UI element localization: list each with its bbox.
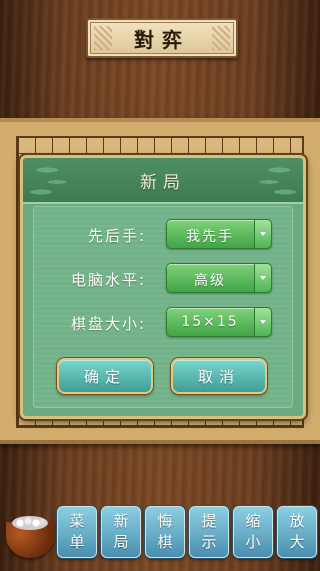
- page-title: 對弈: [134, 27, 190, 52]
- menu-button[interactable]: 菜 单: [57, 506, 97, 558]
- cancel-button[interactable]: 取消: [171, 358, 267, 394]
- dialog-title: 新局: [140, 172, 186, 193]
- menu-label-2: 单: [69, 533, 85, 551]
- zoom-out-button[interactable]: 缩 小: [233, 506, 273, 558]
- first-move-row: 先后手: 我先手: [34, 219, 292, 249]
- title-plaque: 對弈: [86, 18, 238, 58]
- undo-label-1: 悔: [157, 512, 173, 530]
- menu-label-1: 菜: [69, 512, 85, 530]
- bamboo-decoration-icon: [27, 160, 87, 200]
- hint-button[interactable]: 提 示: [189, 506, 229, 558]
- dialog-header: 新局: [23, 158, 303, 204]
- zoom-out-label-2: 小: [245, 533, 261, 551]
- ai-level-select[interactable]: 高级: [166, 263, 272, 293]
- new-game-label-1: 新: [113, 512, 129, 530]
- undo-button[interactable]: 悔 棋: [145, 506, 185, 558]
- zoom-in-label-2: 大: [289, 533, 305, 551]
- zoom-out-label-1: 缩: [245, 512, 261, 530]
- first-move-select[interactable]: 我先手: [166, 219, 272, 249]
- first-move-label: 先后手:: [87, 227, 146, 245]
- undo-label-2: 棋: [157, 533, 173, 551]
- board-size-label: 棋盘大小:: [70, 315, 146, 333]
- bamboo-decoration-icon: [239, 160, 299, 200]
- first-move-value: 我先手: [186, 229, 234, 245]
- chevron-down-icon[interactable]: [254, 308, 271, 336]
- stone-bowl-icon: [6, 514, 54, 558]
- ai-level-row: 电脑水平: 高级: [34, 263, 292, 293]
- board-size-row: 棋盘大小: 15×15: [34, 307, 292, 337]
- ai-level-label: 电脑水平:: [70, 271, 146, 289]
- ai-level-value: 高级: [194, 273, 226, 289]
- board-size-select[interactable]: 15×15: [166, 307, 272, 337]
- board-size-value: 15×15: [181, 314, 239, 330]
- zoom-in-button[interactable]: 放 大: [277, 506, 317, 558]
- new-game-button[interactable]: 新 局: [101, 506, 141, 558]
- chevron-down-icon[interactable]: [254, 220, 271, 248]
- confirm-button[interactable]: 确定: [57, 358, 153, 394]
- new-game-dialog: 新局 先后手: 我先手 电脑水平: 高级 棋盘大小: 15×15 确定 取消: [20, 155, 306, 419]
- new-game-label-2: 局: [113, 533, 129, 551]
- chevron-down-icon[interactable]: [254, 264, 271, 292]
- zoom-in-label-1: 放: [289, 512, 305, 530]
- hint-label-1: 提: [201, 512, 217, 530]
- bottom-toolbar: 菜 单 新 局 悔 棋 提 示 缩 小 放 大: [0, 498, 320, 571]
- hint-label-2: 示: [201, 533, 217, 551]
